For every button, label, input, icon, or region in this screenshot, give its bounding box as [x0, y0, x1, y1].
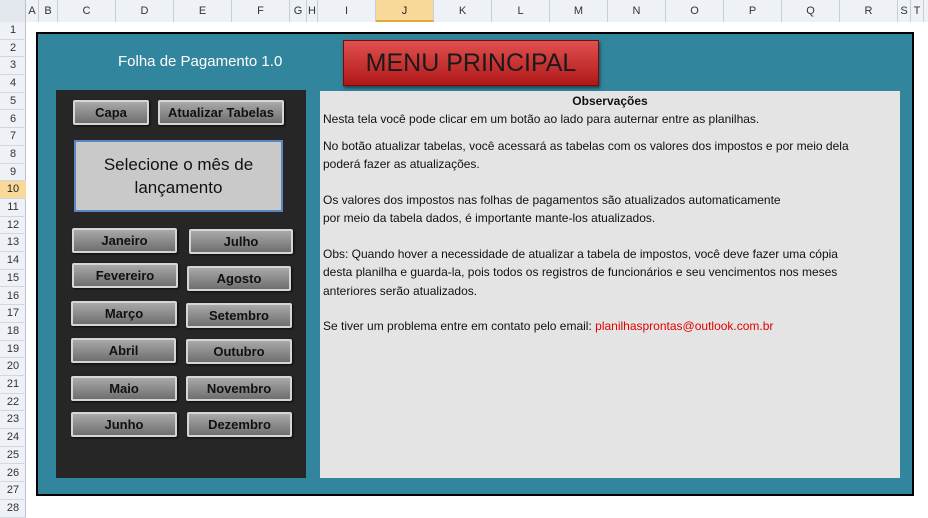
month-button-novembro[interactable]: Novembro — [186, 376, 292, 401]
month-button-janeiro[interactable]: Janeiro — [72, 228, 177, 253]
column-header-H[interactable]: H — [307, 0, 318, 22]
observation-line: No botão atualizar tabelas, você acessar… — [323, 139, 849, 153]
row-header-14[interactable]: 14 — [0, 252, 26, 270]
column-header-F[interactable]: F — [232, 0, 290, 22]
row-header-26[interactable]: 26 — [0, 465, 26, 483]
column-header-K[interactable]: K — [434, 0, 492, 22]
row-header-11[interactable]: 11 — [0, 199, 26, 217]
row-header-12[interactable]: 12 — [0, 217, 26, 235]
row-header-21[interactable]: 21 — [0, 376, 26, 394]
row-header-3[interactable]: 3 — [0, 57, 26, 76]
row-header-4[interactable]: 4 — [0, 75, 26, 93]
column-header-L[interactable]: L — [492, 0, 550, 22]
month-button-marco[interactable]: Março — [71, 301, 177, 326]
row-header-25[interactable]: 25 — [0, 447, 26, 465]
column-header-O[interactable]: O — [666, 0, 724, 22]
column-header-I[interactable]: I — [318, 0, 376, 22]
row-header-bar: 1 2 3 4 5 6 7 8 9 10 11 12 13 14 15 16 17 18 19 20 21 22 23 24 2… — [0, 22, 26, 518]
observations-panel: Observações Nesta tela você pode clicar … — [320, 91, 900, 478]
month-button-fevereiro[interactable]: Fevereiro — [72, 263, 178, 288]
atualizar-tabelas-button[interactable]: Atualizar Tabelas — [158, 100, 284, 125]
row-header-7[interactable]: 7 — [0, 128, 26, 146]
observation-line: desta planilha e guarda-la, pois todos o… — [323, 265, 838, 279]
month-button-dezembro[interactable]: Dezembro — [187, 412, 292, 437]
capa-button[interactable]: Capa — [73, 100, 149, 125]
column-header-S[interactable]: S — [898, 0, 911, 22]
observation-line: poderá fazer as atualizações. — [323, 157, 480, 171]
row-header-19[interactable]: 19 — [0, 341, 26, 359]
month-button-agosto[interactable]: Agosto — [187, 266, 291, 291]
month-button-maio[interactable]: Maio — [71, 376, 177, 401]
row-header-20[interactable]: 20 — [0, 358, 26, 376]
row-header-17[interactable]: 17 — [0, 305, 26, 323]
row-header-8[interactable]: 8 — [0, 146, 26, 164]
column-header-R[interactable]: R — [840, 0, 898, 22]
row-header-6[interactable]: 6 — [0, 111, 26, 129]
row-header-5[interactable]: 5 — [0, 93, 26, 111]
app-title: Folha de Pagamento 1.0 — [118, 53, 283, 70]
row-header-22[interactable]: 22 — [0, 394, 26, 412]
column-header-T[interactable]: T — [911, 0, 924, 22]
select-month-label: Selecione o mês de lançamento — [74, 140, 283, 212]
column-header-Q[interactable]: Q — [782, 0, 840, 22]
observation-line: Obs: Quando hover a necessidade de atual… — [323, 247, 838, 261]
column-header-J[interactable]: J — [376, 0, 434, 22]
column-header-N[interactable]: N — [608, 0, 666, 22]
observation-line: anteriores serão atualizados. — [323, 284, 478, 298]
month-button-abril[interactable]: Abril — [71, 338, 176, 363]
month-button-junho[interactable]: Junho — [71, 412, 177, 437]
column-header-B[interactable]: B — [39, 0, 58, 22]
row-header-24[interactable]: 24 — [0, 429, 26, 447]
month-button-outubro[interactable]: Outubro — [186, 339, 292, 364]
observations-title: Observações — [572, 94, 648, 108]
column-header-P[interactable]: P — [724, 0, 782, 22]
row-header-18[interactable]: 18 — [0, 323, 26, 341]
select-all-corner[interactable] — [0, 0, 26, 22]
column-header-M[interactable]: M — [550, 0, 608, 22]
row-header-1[interactable]: 1 — [0, 22, 26, 40]
menu-principal-button[interactable]: MENU PRINCIPAL — [343, 40, 599, 86]
observation-line: Nesta tela você pode clicar em um botão … — [323, 112, 760, 126]
column-header-D[interactable]: D — [116, 0, 174, 22]
contact-line: Se tiver um problema entre em contato pe… — [323, 319, 773, 333]
row-header-27[interactable]: 27 — [0, 482, 26, 500]
observation-line: Os valores dos impostos nas folhas de pa… — [323, 193, 781, 207]
contact-email-link[interactable]: planilhasprontas@outlook.com.br — [595, 319, 773, 333]
column-header-C[interactable]: C — [58, 0, 116, 22]
row-header-16[interactable]: 16 — [0, 288, 26, 306]
row-header-9[interactable]: 9 — [0, 164, 26, 182]
month-button-setembro[interactable]: Setembro — [186, 303, 292, 328]
month-button-julho[interactable]: Julho — [189, 229, 293, 254]
contact-text: Se tiver um problema entre em contato pe… — [323, 319, 596, 333]
row-header-13[interactable]: 13 — [0, 234, 26, 253]
row-header-10[interactable]: 10 — [0, 181, 26, 199]
column-header-E[interactable]: E — [174, 0, 232, 22]
row-header-28[interactable]: 28 — [0, 500, 26, 518]
row-header-2[interactable]: 2 — [0, 40, 26, 58]
row-header-15[interactable]: 15 — [0, 270, 26, 288]
column-header-G[interactable]: G — [290, 0, 307, 22]
column-header-A[interactable]: A — [26, 0, 39, 22]
row-header-23[interactable]: 23 — [0, 411, 26, 430]
observation-line: por meio da tabela dados, é importante m… — [323, 211, 656, 225]
column-header-bar: ABCDEFGHIJKLMNOPQRST — [0, 0, 928, 23]
